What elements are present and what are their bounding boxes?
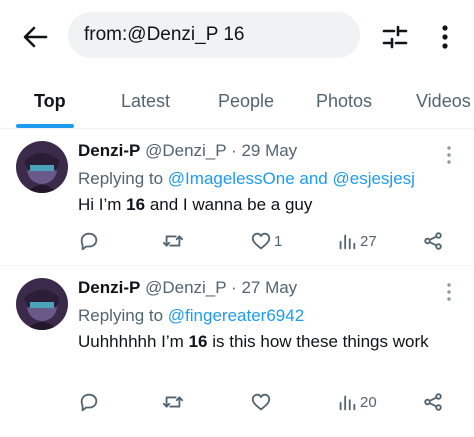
search-input[interactable]: from:@Denzi_P 16: [68, 12, 360, 58]
tweet[interactable]: Denzi-P @Denzi_P · 27 May Replying to @f…: [0, 266, 474, 437]
more-horizontal-icon[interactable]: [440, 282, 458, 302]
tweet-actions: 1 27: [78, 229, 458, 253]
tweet-header: Denzi-P @Denzi_P · 29 May: [78, 141, 297, 161]
tweet-text-part: and I wanna be a guy: [145, 195, 313, 214]
display-name[interactable]: Denzi-P: [78, 141, 140, 160]
tweet-text-highlight: 16: [188, 332, 208, 351]
replying-prefix: Replying to: [78, 306, 164, 325]
tab-photos[interactable]: Photos: [316, 91, 372, 112]
separator-dot: ·: [231, 141, 237, 160]
tweet-text-part: Hi I’m: [78, 195, 127, 214]
more-horizontal-icon[interactable]: [440, 145, 458, 165]
tweet-date[interactable]: 27 May: [241, 278, 297, 297]
display-name[interactable]: Denzi-P: [78, 278, 140, 297]
mention-link[interactable]: @ImagelessOne and @esjesjesj: [168, 169, 415, 188]
like-button[interactable]: [250, 390, 274, 414]
tweet-header: Denzi-P @Denzi_P · 27 May: [78, 278, 297, 298]
active-tab-indicator: [16, 124, 74, 128]
tweet-text-part: is this how these things work: [207, 332, 429, 351]
views-icon: [339, 395, 356, 411]
retweet-icon: [162, 235, 184, 247]
share-icon: [424, 393, 442, 411]
like-button[interactable]: 1: [250, 229, 282, 253]
like-count: 1: [274, 232, 283, 250]
search-tabs: Top Latest People Photos Videos: [0, 72, 474, 129]
reply-button[interactable]: [78, 229, 100, 253]
tweet-text: Hi I’m 16 and I wanna be a guy: [78, 193, 448, 217]
tab-top[interactable]: Top: [34, 91, 66, 112]
share-icon: [424, 232, 442, 250]
tab-latest[interactable]: Latest: [121, 91, 170, 112]
replying-prefix: Replying to: [78, 169, 164, 188]
share-button[interactable]: [422, 390, 444, 414]
filter-sliders-icon[interactable]: [380, 22, 410, 52]
reply-icon: [80, 232, 98, 251]
like-icon: [251, 393, 271, 411]
reply-icon: [80, 393, 98, 412]
retweet-button[interactable]: [162, 390, 184, 414]
avatar[interactable]: [16, 141, 68, 193]
handle[interactable]: @Denzi_P: [145, 278, 226, 297]
mention-link[interactable]: @fingereater6942: [168, 306, 304, 325]
retweet-button[interactable]: [162, 229, 184, 253]
tweet-text: Uuhhhhhh I’m 16 is this how these things…: [78, 330, 448, 354]
tweet[interactable]: Denzi-P @Denzi_P · 29 May Replying to @I…: [0, 129, 474, 266]
views-button[interactable]: 27: [336, 229, 377, 253]
view-count: 20: [360, 393, 377, 411]
tweet-text-part: Uuhhhhhh I’m: [78, 332, 189, 351]
retweet-icon: [162, 396, 184, 408]
tweet-actions: 20: [78, 390, 458, 414]
replying-to: Replying to @fingereater6942: [78, 306, 304, 326]
replying-to: Replying to @ImagelessOne and @esjesjesj: [78, 169, 415, 189]
handle[interactable]: @Denzi_P: [145, 141, 226, 160]
tab-people[interactable]: People: [218, 91, 274, 112]
back-arrow-icon[interactable]: [20, 22, 50, 52]
tab-videos[interactable]: Videos: [416, 91, 471, 112]
separator-dot: ·: [231, 278, 237, 297]
search-query: from:@Denzi_P 16: [84, 24, 245, 45]
avatar[interactable]: [16, 278, 68, 330]
view-count: 27: [360, 232, 377, 250]
top-bar: from:@Denzi_P 16: [0, 0, 474, 72]
reply-button[interactable]: [78, 390, 100, 414]
tweet-date[interactable]: 29 May: [241, 141, 297, 160]
share-button[interactable]: [422, 229, 444, 253]
more-vertical-icon[interactable]: [432, 22, 458, 52]
like-icon: [251, 232, 271, 250]
views-icon: [339, 234, 356, 250]
views-button[interactable]: 20: [336, 390, 377, 414]
tweet-text-highlight: 16: [126, 195, 146, 214]
